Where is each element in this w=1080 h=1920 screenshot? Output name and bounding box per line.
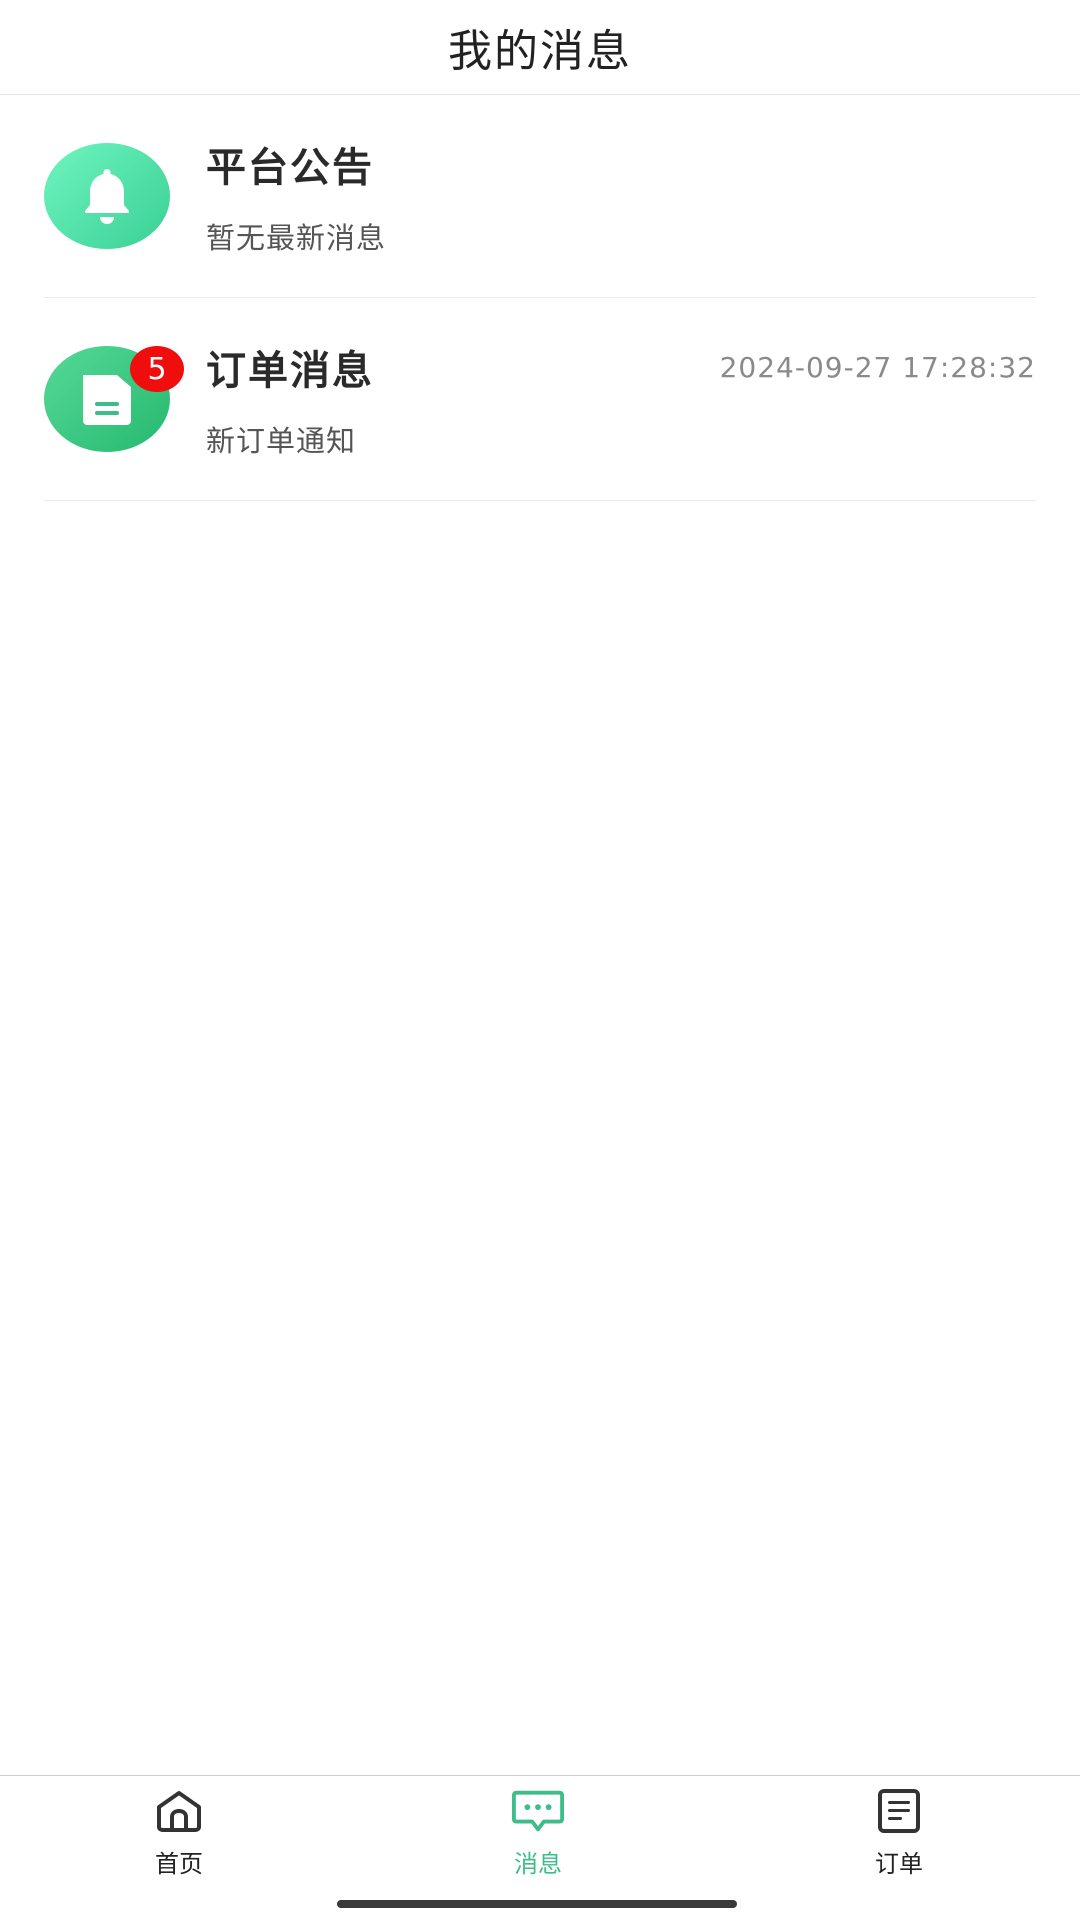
message-subtitle: 暂无最新消息 [206, 221, 387, 255]
bottom-tab-bar: 首页 消息 订单 [0, 1775, 1080, 1920]
tab-orders[interactable]: 订单 [819, 1786, 979, 1879]
message-time: 2024-09-27 17:28:32 [719, 350, 1036, 384]
message-list: 平台公告 暂无最新消息 5 订单消息 2024-09-27 17:28:32 新… [0, 95, 1080, 501]
message-item-platform-notice[interactable]: 平台公告 暂无最新消息 [44, 95, 1036, 298]
order-message-avatar: 5 [44, 346, 184, 452]
tab-messages[interactable]: 消息 [458, 1786, 618, 1879]
platform-notice-avatar [44, 143, 170, 249]
tab-label: 订单 [875, 1850, 923, 1878]
home-icon [152, 1786, 206, 1836]
message-title: 平台公告 [206, 145, 374, 191]
order-list-icon [872, 1786, 926, 1836]
chat-icon [511, 1786, 565, 1836]
message-page: 我的消息 平台公告 暂无最新消息 5 订单消息 2024-09-27 17:28… [0, 0, 1080, 1920]
nav-header: 我的消息 [0, 0, 1080, 95]
tab-label: 首页 [155, 1850, 203, 1878]
tab-home[interactable]: 首页 [99, 1786, 259, 1879]
order-message-text: 订单消息 2024-09-27 17:28:32 新订单通知 [206, 338, 1036, 460]
document-icon [83, 375, 131, 425]
message-title: 订单消息 [206, 348, 374, 394]
message-item-order[interactable]: 5 订单消息 2024-09-27 17:28:32 新订单通知 [44, 298, 1036, 501]
tab-label: 消息 [514, 1850, 562, 1878]
unread-count-badge: 5 [130, 346, 184, 392]
message-subtitle: 新订单通知 [206, 424, 357, 458]
platform-notice-text: 平台公告 暂无最新消息 [206, 135, 1036, 257]
page-title: 我的消息 [448, 26, 632, 77]
home-indicator [337, 1900, 737, 1908]
bell-icon [85, 169, 129, 224]
